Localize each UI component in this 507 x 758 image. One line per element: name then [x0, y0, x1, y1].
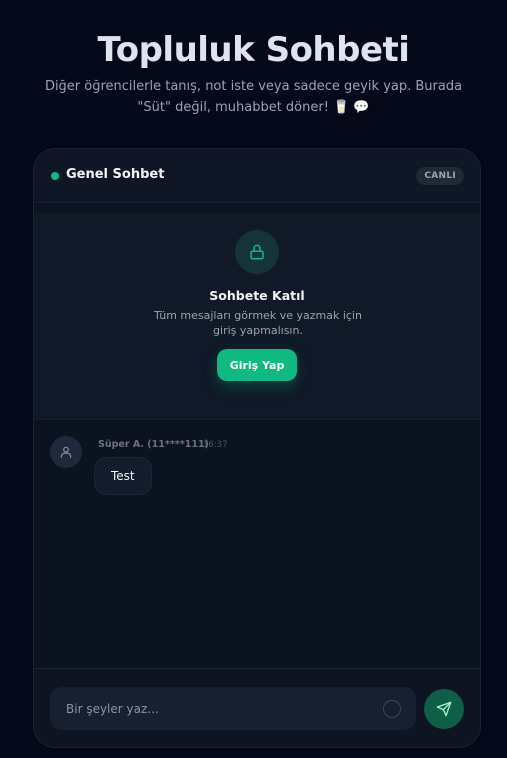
message-bubble: Test [94, 457, 152, 495]
join-title: Sohbete Katıl [209, 288, 305, 303]
login-button[interactable]: Giriş Yap [217, 349, 297, 381]
message-author: Süper A. (11****111) [98, 439, 209, 450]
page-title: Topluluk Sohbeti [97, 30, 410, 70]
send-button[interactable] [424, 689, 464, 729]
send-icon [436, 701, 452, 717]
user-icon [50, 436, 82, 468]
community-chat-page: Topluluk Sohbeti Diğer öğrencilerle tanı… [0, 0, 507, 758]
join-panel: Sohbete Katıl Tüm mesajları görmek ve ya… [34, 213, 480, 420]
chat-card: Genel Sohbet CANLI Sohbete Katıl Tüm mes… [33, 148, 481, 748]
composer-bar [34, 668, 480, 747]
emoji-icon[interactable] [383, 700, 401, 718]
live-badge: CANLI [416, 167, 464, 185]
message-input[interactable] [50, 687, 416, 730]
page-subtitle: Diğer öğrencilerle tanış, not iste veya … [44, 79, 463, 115]
message-time: 16:37 [203, 440, 228, 450]
chat-header: Genel Sohbet CANLI [34, 149, 480, 203]
online-status-dot [51, 172, 59, 180]
join-description: Tüm mesajları görmek ve yazmak için giri… [154, 309, 362, 337]
lock-icon [235, 230, 279, 274]
room-title: Genel Sohbet [66, 167, 165, 182]
message-list[interactable]: Süper A. (11****111) 16:37 Test [34, 421, 480, 669]
